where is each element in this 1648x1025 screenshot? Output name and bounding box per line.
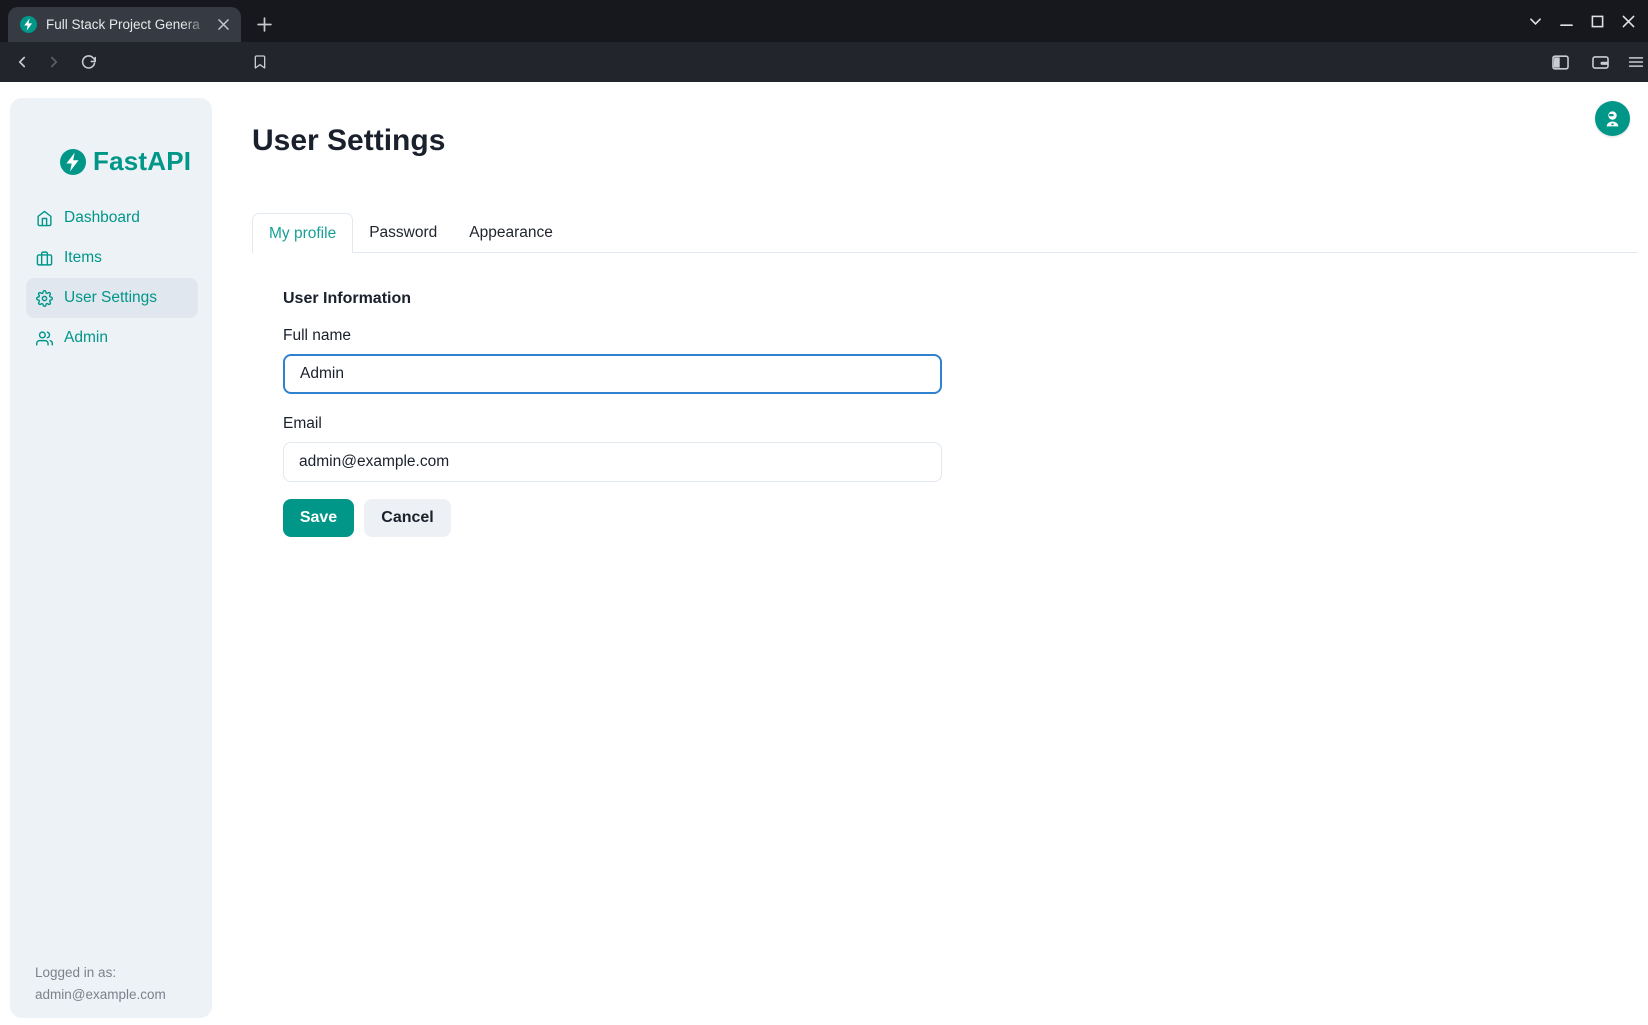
sidebar-item-items[interactable]: Items xyxy=(26,238,198,278)
sidebar-panel-icon[interactable] xyxy=(1546,48,1574,76)
logged-in-footer: Logged in as: admin@example.com xyxy=(35,962,166,1006)
logo-text: FastAPI xyxy=(93,146,191,177)
full-name-input[interactable] xyxy=(283,354,942,394)
sidebar-item-admin[interactable]: Admin xyxy=(26,318,198,358)
email-label: Email xyxy=(283,415,322,433)
logged-in-label: Logged in as: xyxy=(35,962,166,984)
reload-icon[interactable] xyxy=(74,48,102,76)
logged-in-email: admin@example.com xyxy=(35,984,166,1006)
browser-tab-strip: Full Stack Project Genera xyxy=(0,0,1648,42)
app-page: FastAPI Dashboard Items User Settings xyxy=(0,82,1648,1025)
gear-icon xyxy=(36,290,53,307)
browser-tab[interactable]: Full Stack Project Genera xyxy=(8,7,241,42)
tab-close-icon[interactable] xyxy=(213,15,233,35)
full-name-label: Full name xyxy=(283,327,351,345)
sidebar: FastAPI Dashboard Items User Settings xyxy=(10,98,212,1018)
user-astronaut-icon xyxy=(1602,108,1623,129)
tab-my-profile[interactable]: My profile xyxy=(252,213,353,253)
sidebar-item-label: User Settings xyxy=(64,289,157,307)
browser-toolbar: localhost/settings 1 xyxy=(0,42,1648,82)
sidebar-item-label: Admin xyxy=(64,329,108,347)
sidebar-item-label: Items xyxy=(64,249,102,267)
tab-title: Full Stack Project Genera xyxy=(46,17,213,32)
menu-icon[interactable] xyxy=(1622,48,1648,76)
window-minimize-button[interactable] xyxy=(1551,6,1582,36)
section-title: User Information xyxy=(283,290,411,308)
fastapi-favicon-icon xyxy=(20,16,37,33)
sidebar-nav: Dashboard Items User Settings Admin xyxy=(26,198,198,358)
sidebar-item-label: Dashboard xyxy=(64,209,140,227)
tab-search-chevron-icon[interactable] xyxy=(1520,6,1551,36)
tab-appearance[interactable]: Appearance xyxy=(453,213,569,253)
save-button[interactable]: Save xyxy=(283,499,354,537)
page-title: User Settings xyxy=(252,124,445,158)
tab-password[interactable]: Password xyxy=(353,213,453,253)
window-close-button[interactable] xyxy=(1613,6,1644,36)
bookmark-icon[interactable] xyxy=(246,48,274,76)
email-input[interactable] xyxy=(283,442,942,482)
user-menu-button[interactable] xyxy=(1595,101,1630,136)
forward-icon[interactable] xyxy=(40,48,68,76)
window-maximize-button[interactable] xyxy=(1582,6,1613,36)
fastapi-logo-icon xyxy=(60,149,86,175)
wallet-icon[interactable] xyxy=(1586,48,1614,76)
cancel-button[interactable]: Cancel xyxy=(364,499,451,537)
users-icon xyxy=(36,330,53,347)
app-logo: FastAPI xyxy=(60,146,191,177)
briefcase-icon xyxy=(36,250,53,267)
sidebar-item-dashboard[interactable]: Dashboard xyxy=(26,198,198,238)
sidebar-item-user-settings[interactable]: User Settings xyxy=(26,278,198,318)
settings-tabs: My profile Password Appearance xyxy=(252,213,1638,253)
home-icon xyxy=(36,210,53,227)
back-icon[interactable] xyxy=(8,48,36,76)
new-tab-button[interactable] xyxy=(250,10,278,38)
